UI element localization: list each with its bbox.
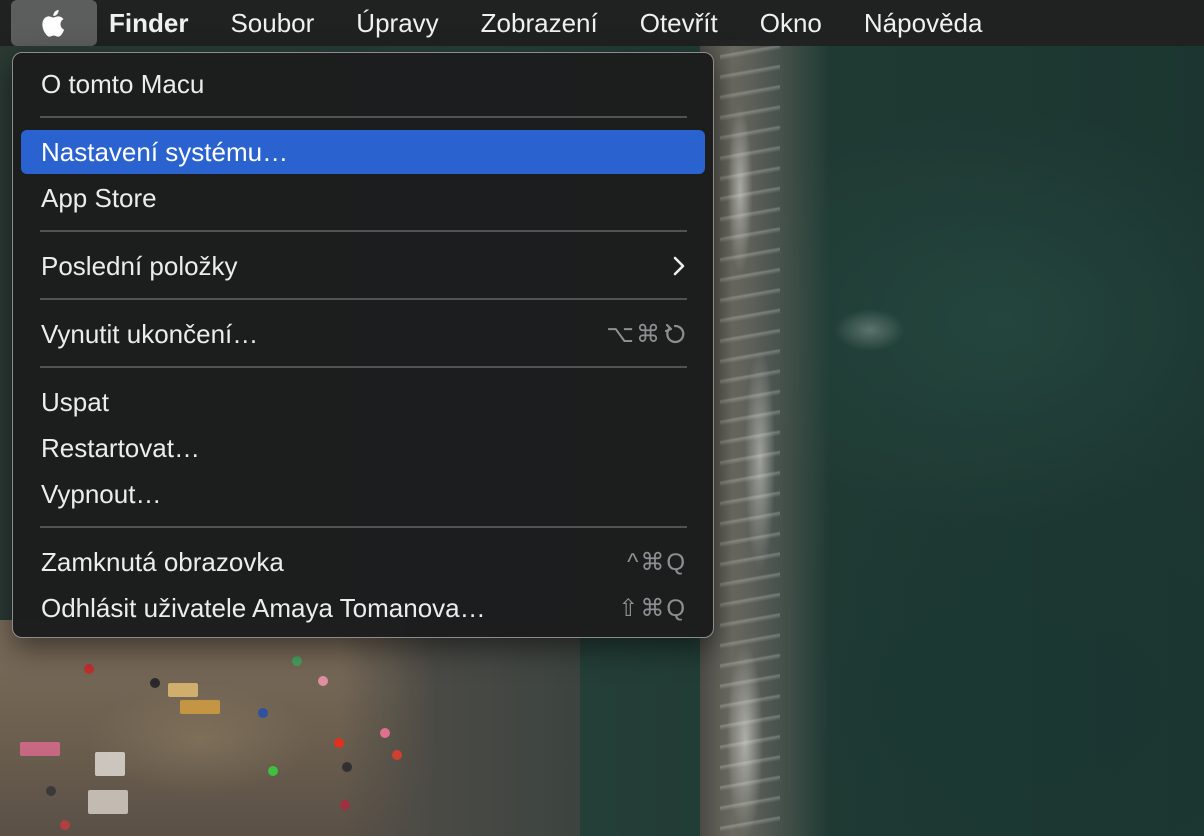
menu-zobrazeni[interactable]: Zobrazení [460, 0, 619, 46]
beach-person [340, 800, 350, 810]
menu-item-label: Odhlásit uživatele Amaya Tomanova… [41, 592, 486, 623]
shortcut-keys: ⌥⌘ [606, 320, 662, 348]
wallpaper-wet-sand [340, 620, 580, 836]
keyboard-shortcut: ⌥⌘ [606, 320, 687, 349]
beach-person [318, 676, 328, 686]
menu-separator [40, 366, 687, 368]
menu-separator [40, 230, 687, 232]
menu-item-recent-items[interactable]: Poslední položky [21, 244, 705, 288]
apple-logo-icon [42, 9, 65, 37]
beach-towel [20, 742, 60, 756]
beach-person [46, 786, 56, 796]
menu-item-label: O tomto Macu [41, 68, 205, 99]
menu-item-label: App Store [41, 182, 157, 213]
beach-person [150, 678, 160, 688]
menu-item-system-settings[interactable]: Nastavení systému… [21, 130, 705, 174]
menu-item-label: Uspat [41, 386, 109, 417]
menu-item-label: Vypnout… [41, 478, 162, 509]
keyboard-shortcut: ⇧⌘Q [618, 594, 687, 622]
beach-person [258, 708, 268, 718]
beach-towel [180, 700, 220, 714]
beach-towel [88, 790, 128, 814]
menu-item-label: Zamknutá obrazovka [41, 546, 284, 577]
beach-person [292, 656, 302, 666]
menu-item-label: Nastavení systému… [41, 136, 289, 167]
keyboard-shortcut: ^⌘Q [627, 548, 687, 576]
menu-item-about-this-mac[interactable]: O tomto Macu [21, 62, 705, 106]
menu-upravy[interactable]: Úpravy [335, 0, 459, 46]
beach-towel [168, 683, 198, 697]
menu-item-restart[interactable]: Restartovat… [21, 426, 705, 470]
menu-item-label: Restartovat… [41, 432, 200, 463]
menu-item-logout[interactable]: Odhlásit uživatele Amaya Tomanova… ⇧⌘Q [21, 586, 705, 630]
escape-key-icon [664, 323, 685, 344]
beach-person [334, 738, 344, 748]
menu-item-label: Vynutit ukončení… [41, 318, 259, 349]
beach-person [342, 762, 352, 772]
beach-person [268, 766, 278, 776]
wallpaper-foam-patch [820, 290, 920, 370]
chevron-right-icon [671, 255, 687, 277]
menu-bar: Finder Soubor Úpravy Zobrazení Otevřít O… [0, 0, 1204, 46]
beach-person [84, 664, 94, 674]
menu-separator [40, 298, 687, 300]
menu-separator [40, 526, 687, 528]
menu-item-label: Poslední položky [41, 250, 238, 281]
wallpaper-foam [720, 40, 780, 836]
beach-person [380, 728, 390, 738]
menu-item-shutdown[interactable]: Vypnout… [21, 472, 705, 516]
menu-item-app-store[interactable]: App Store [21, 176, 705, 220]
apple-menu-dropdown: O tomto Macu Nastavení systému… App Stor… [12, 52, 714, 638]
menu-item-lock-screen[interactable]: Zamknutá obrazovka ^⌘Q [21, 540, 705, 584]
beach-person [392, 750, 402, 760]
beach-person [60, 820, 70, 830]
menu-item-force-quit[interactable]: Vynutit ukončení… ⌥⌘ [21, 312, 705, 356]
menu-okno[interactable]: Okno [739, 0, 843, 46]
apple-menu-button[interactable] [11, 0, 97, 46]
menu-item-sleep[interactable]: Uspat [21, 380, 705, 424]
menu-finder[interactable]: Finder [97, 0, 209, 46]
menu-napoveda[interactable]: Nápověda [843, 0, 1004, 46]
menu-separator [40, 116, 687, 118]
beach-towel [95, 752, 125, 776]
menu-otevrit[interactable]: Otevřít [619, 0, 739, 46]
menu-soubor[interactable]: Soubor [209, 0, 335, 46]
